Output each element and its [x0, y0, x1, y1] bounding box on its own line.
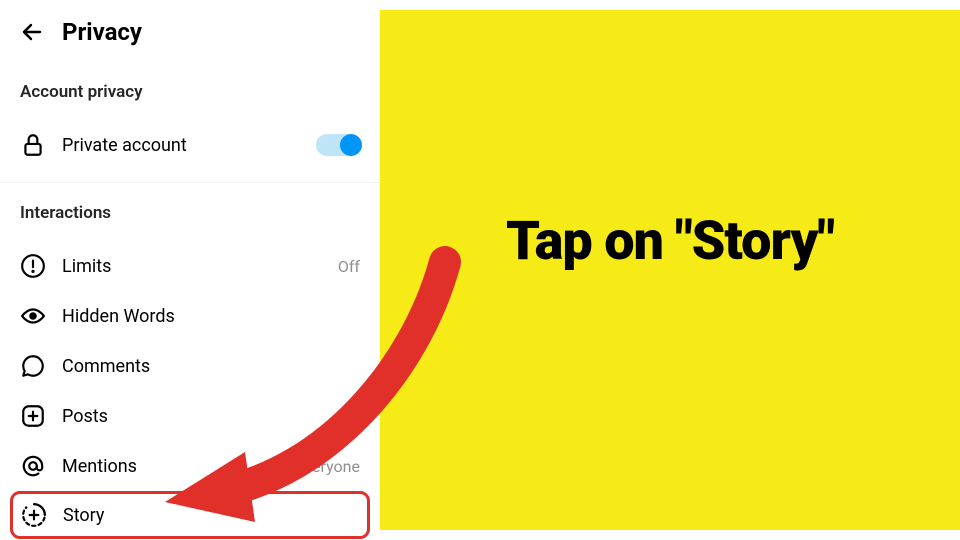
section-account-privacy: Account privacy: [20, 74, 360, 120]
back-arrow-icon[interactable]: [20, 20, 44, 44]
header: Privacy: [20, 10, 360, 74]
mentions-value: Everyone: [296, 457, 360, 476]
row-posts[interactable]: Posts: [20, 391, 360, 441]
mentions-icon: [20, 453, 46, 479]
limits-label: Limits: [62, 256, 322, 277]
row-mentions[interactable]: Mentions Everyone: [20, 441, 360, 491]
divider: [0, 182, 380, 183]
row-private-account[interactable]: Private account: [20, 120, 360, 170]
instruction-text: Tap on "Story": [506, 210, 834, 273]
private-account-label: Private account: [62, 135, 300, 156]
row-comments[interactable]: Comments: [20, 341, 360, 391]
comments-icon: [20, 353, 46, 379]
posts-label: Posts: [62, 406, 360, 427]
lock-icon: [20, 132, 46, 158]
row-story[interactable]: Story: [10, 491, 370, 539]
posts-icon: [20, 403, 46, 429]
instruction-panel: Tap on "Story": [380, 10, 960, 530]
row-hidden-words[interactable]: Hidden Words: [20, 291, 360, 341]
limits-value: Off: [338, 257, 360, 276]
row-limits[interactable]: Limits Off: [20, 241, 360, 291]
privacy-settings-panel: Privacy Account privacy Private account …: [0, 0, 380, 540]
private-account-toggle[interactable]: [316, 134, 360, 156]
story-icon: [21, 502, 47, 528]
comments-label: Comments: [62, 356, 360, 377]
hidden-words-icon: [20, 303, 46, 329]
page-title: Privacy: [62, 18, 142, 46]
story-label: Story: [63, 505, 359, 526]
limits-icon: [20, 253, 46, 279]
mentions-label: Mentions: [62, 456, 280, 477]
hidden-words-label: Hidden Words: [62, 306, 360, 327]
section-interactions: Interactions: [20, 195, 360, 241]
